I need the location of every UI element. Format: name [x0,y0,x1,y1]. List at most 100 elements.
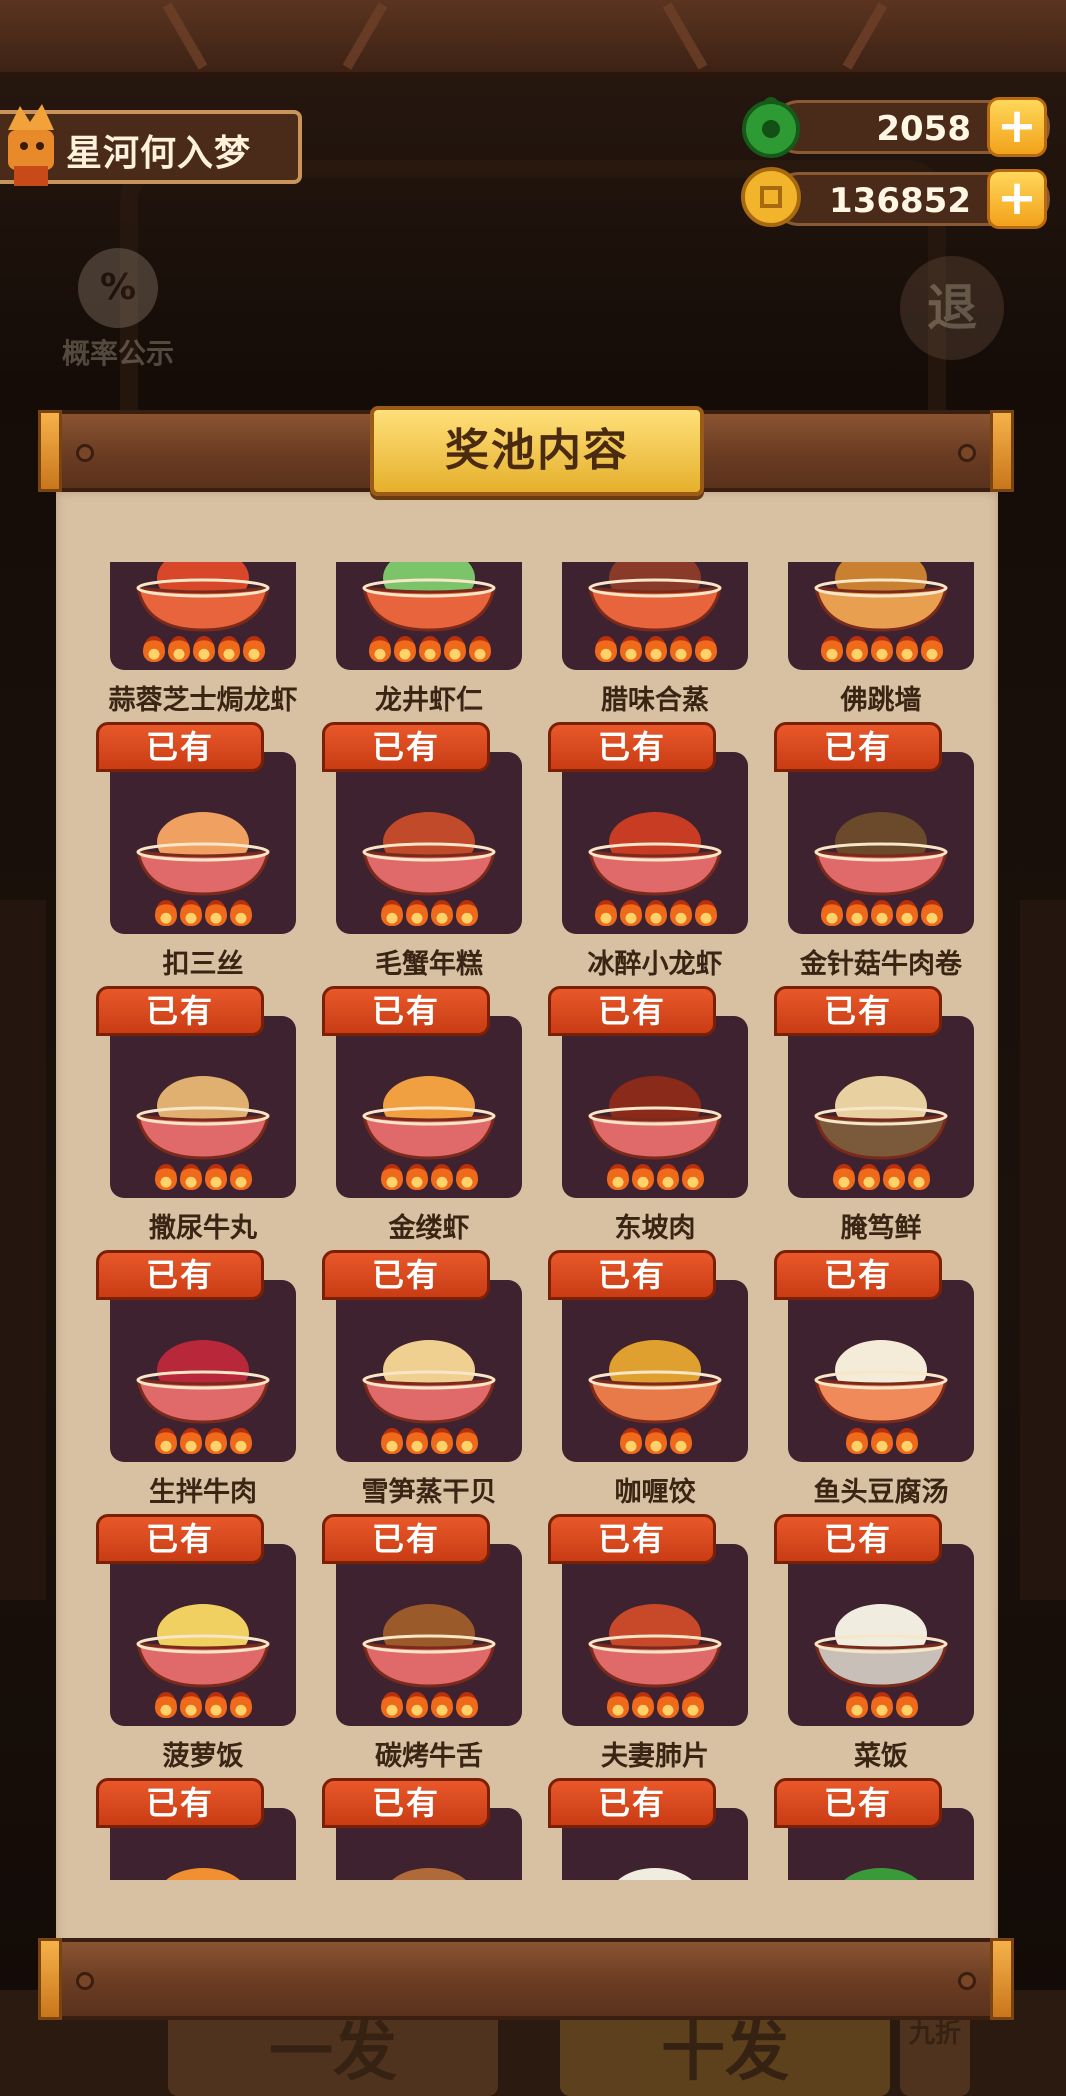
flame-icon [230,1692,252,1718]
rarity-flames [130,900,280,928]
dish-card[interactable]: 已有蒜蓉芝士焗龙虾 [76,562,298,716]
dish-card[interactable]: 已有夫妻肺片 [528,1514,748,1772]
dish-bowl-icon [136,1604,270,1688]
dish-bowl-icon [362,562,496,632]
owned-badge: 已有 [322,1250,490,1300]
dish-bowl-icon [588,812,722,896]
flame-icon [155,900,177,926]
flame-icon [594,636,617,662]
dish-bowl-icon [136,1076,270,1160]
flame-icon [406,900,428,926]
dish-name: 腊味合蒸 [601,685,709,716]
dish-card[interactable]: 已有佛跳墙 [754,562,974,716]
flame-icon [155,1692,177,1718]
prize-pool-list[interactable]: 已有蒜蓉芝士焗龙虾已有龙井虾仁已有腊味合蒸已有佛跳墙已有扣三丝已有毛蟹年糕已有冰… [56,562,998,1880]
dish-bowl-icon [392,1868,466,1880]
flame-icon [217,636,240,662]
flame-icon [431,1692,453,1718]
dish-name: 碳烤牛舌 [375,1741,483,1772]
owned-badge: 已有 [96,1778,264,1828]
dish-name: 生拌牛肉 [149,1477,257,1508]
dish-card[interactable]: 已有菜饭 [754,1514,974,1772]
dish-card[interactable]: 已有 东坡肉 [528,986,748,1244]
dish-card[interactable]: 已有龙井虾仁 [302,562,522,716]
dish-card[interactable]: 已有 腌笃鲜 [754,986,974,1244]
dish-name: 菠萝饭 [162,1741,244,1772]
flame-icon [205,1692,227,1718]
flame-icon [431,1164,453,1190]
prize-pool-title: 奖池内容 [445,425,629,476]
flame-icon [368,636,391,662]
owned-badge: 已有 [548,1514,716,1564]
dish-card[interactable]: 已有 碳烤牛舌 [302,1514,522,1772]
dish-card[interactable]: 已有 菠萝饭 [76,1514,296,1772]
add-jade-button[interactable]: + [987,97,1047,157]
flame-icon [908,1164,930,1190]
dish-bowl-icon [814,1340,948,1424]
flame-icon [694,900,717,926]
owned-badge: 已有 [548,722,716,772]
dish-name: 冰醉小龙虾 [587,949,723,980]
flame-icon [870,1428,893,1454]
owned-badge: 已有 [96,1250,264,1300]
owned-badge: 已有 [322,1778,490,1828]
flame-icon [820,636,843,662]
dish-card[interactable]: 已有 [754,1778,974,1880]
dish-card[interactable]: 已有腊味合蒸 [528,562,748,716]
flame-icon [180,1164,202,1190]
dish-card[interactable]: 已有 [76,1778,296,1880]
flame-icon [669,636,692,662]
dish-card[interactable]: 已有 金针菇牛肉卷 [754,722,974,980]
right-post [1020,900,1066,1600]
dish-card[interactable]: 已有 毛蟹年糕 [302,722,522,980]
dish-card[interactable]: 已有 [528,1778,748,1880]
dish-bowl-icon [136,562,270,632]
flame-icon [632,1692,654,1718]
dish-card[interactable]: 已有 [302,1778,522,1880]
gold-currency-bar: 136852 + [772,169,1050,229]
flame-icon [406,1692,428,1718]
dish-card[interactable]: 已有 撒尿牛丸 [76,986,296,1244]
dish-card[interactable]: 已有 雪笋蒸干贝 [302,1250,522,1508]
dish-name: 撒尿牛丸 [149,1213,257,1244]
owned-badge: 已有 [774,1514,942,1564]
dish-food [618,1868,692,1880]
dish-card[interactable]: 已有 金缕虾 [302,986,522,1244]
dish-bowl-icon [814,1076,948,1160]
dish-card[interactable]: 已有生拌牛肉 [76,1250,296,1508]
player-avatar-icon[interactable] [0,100,62,188]
flame-icon [192,636,215,662]
flame-icon [820,900,843,926]
rarity-flames [356,636,506,664]
flame-icon [443,636,466,662]
dish-bowl-icon [814,812,948,896]
dish-bowl-icon [136,812,270,896]
flame-icon [431,1428,453,1454]
flame-icon [870,1692,893,1718]
dish-card[interactable]: 已有 咖喱饺 [528,1250,748,1508]
gold-amount: 136852 [829,181,971,221]
dish-name: 咖喱饺 [614,1477,696,1508]
dish-card[interactable]: 已有冰醉小龙虾 [528,722,748,980]
prize-pool-title-plaque: 奖池内容 [370,406,704,496]
dish-bowl-icon [588,562,722,632]
dish-name: 夫妻肺片 [601,1741,709,1772]
dish-name: 金缕虾 [388,1213,470,1244]
flame-icon [242,636,265,662]
flame-icon [381,1164,403,1190]
dish-name: 菜饭 [854,1741,908,1772]
flame-icon [230,900,252,926]
flame-icon [895,1428,918,1454]
dish-food [392,1868,466,1880]
dish-name: 东坡肉 [614,1213,696,1244]
dish-card[interactable]: 已有 扣三丝 [76,722,296,980]
rarity-flames [808,1164,958,1192]
add-gold-button[interactable]: + [987,169,1047,229]
flame-icon [468,636,491,662]
left-post [0,900,46,1600]
dish-card[interactable]: 已有 鱼头豆腐汤 [754,1250,974,1508]
single-draw-button: 一发 [168,2010,498,2096]
flame-icon [381,1428,403,1454]
jade-currency-bar: 2058 + [772,97,1050,157]
flame-icon [594,900,617,926]
